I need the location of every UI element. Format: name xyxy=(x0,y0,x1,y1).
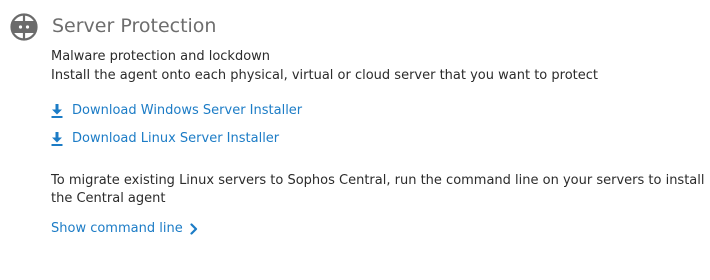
download-windows-installer-label: Download Windows Server Installer xyxy=(72,103,303,118)
server-icon xyxy=(10,13,38,41)
migrate-text-line-2: the Central agent xyxy=(51,191,166,206)
download-icon xyxy=(51,132,63,146)
download-windows-installer-link[interactable]: Download Windows Server Installer xyxy=(51,102,302,120)
show-command-line-link[interactable]: Show command line xyxy=(51,220,198,238)
chevron-right-icon xyxy=(190,223,197,235)
description-line-1: Malware protection and lockdown xyxy=(51,49,271,64)
download-linux-installer-link[interactable]: Download Linux Server Installer xyxy=(51,130,279,148)
description-line-2: Install the agent onto each physical, vi… xyxy=(51,68,598,83)
migrate-text-line-1: To migrate existing Linux servers to Sop… xyxy=(51,173,705,188)
server-protection-panel: Server Protection Malware protection and… xyxy=(0,0,710,280)
download-linux-installer-label: Download Linux Server Installer xyxy=(72,131,280,146)
download-icon xyxy=(51,104,63,118)
show-command-line-label: Show command line xyxy=(51,221,183,236)
section-title: Server Protection xyxy=(52,15,217,37)
